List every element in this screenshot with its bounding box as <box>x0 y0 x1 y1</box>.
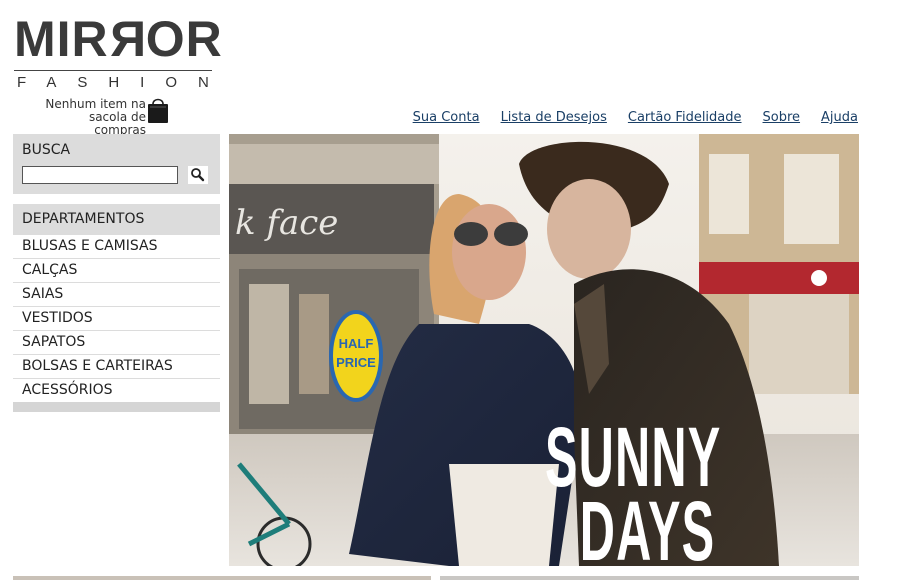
department-item-vestidos[interactable]: VESTIDOS <box>13 307 220 331</box>
nav-link-ajuda[interactable]: Ajuda <box>821 110 858 125</box>
hero-banner[interactable]: k face HALF PRICE SUNNY DAYS <box>229 134 859 566</box>
department-item-calcas[interactable]: CALÇAS <box>13 259 220 283</box>
half-price-sign: HALF <box>339 336 374 351</box>
department-item-saias[interactable]: SAIAS <box>13 283 220 307</box>
banner-headline: SUNNY DAYS <box>545 410 722 566</box>
hero-banner-image: k face HALF PRICE <box>229 134 859 566</box>
department-item-sapatos[interactable]: SAPATOS <box>13 331 220 355</box>
search-button[interactable] <box>188 166 208 184</box>
top-navigation: Sua Conta Lista de Desejos Cartão Fideli… <box>413 110 858 125</box>
department-item-acessorios[interactable]: ACESSÓRIOS <box>13 379 220 402</box>
department-item-blusas-e-camisas[interactable]: BLUSAS E CAMISAS <box>13 235 220 259</box>
search-input[interactable] <box>22 166 178 184</box>
logo-subtitle: FASHION <box>17 74 230 91</box>
nav-link-cartao-fidelidade[interactable]: Cartão Fidelidade <box>628 110 742 125</box>
bottom-panel-right <box>440 576 859 580</box>
search-title: BUSCA <box>22 142 71 158</box>
bottom-panel-left <box>13 576 431 580</box>
nav-link-sua-conta[interactable]: Sua Conta <box>413 110 480 125</box>
svg-text:PRICE: PRICE <box>336 355 376 370</box>
brand-logo[interactable]: MIRROR FASHION <box>14 11 230 91</box>
logo-wordmark: MIRROR <box>14 11 223 67</box>
department-item-bolsas-e-carteiras[interactable]: BOLSAS E CARTEIRAS <box>13 355 220 379</box>
banner-headline-line-2: DAYS <box>579 484 716 566</box>
shopping-bag-icon[interactable] <box>146 96 170 124</box>
departments-footer <box>13 402 220 412</box>
cart-status[interactable]: Nenhum item na sacola de compras <box>36 98 146 137</box>
search-icon <box>191 168 205 182</box>
nav-link-sobre[interactable]: Sobre <box>763 110 801 125</box>
departments-menu: DEPARTAMENTOS BLUSAS E CAMISAS CALÇAS SA… <box>13 204 220 412</box>
logo-divider <box>14 70 212 71</box>
departments-title: DEPARTAMENTOS <box>13 204 220 235</box>
nav-link-lista-de-desejos[interactable]: Lista de Desejos <box>501 110 607 125</box>
banner-headline-line-1: SUNNY <box>545 410 722 504</box>
store-sign-face: k face <box>235 203 338 243</box>
search-panel: BUSCA <box>13 134 220 194</box>
